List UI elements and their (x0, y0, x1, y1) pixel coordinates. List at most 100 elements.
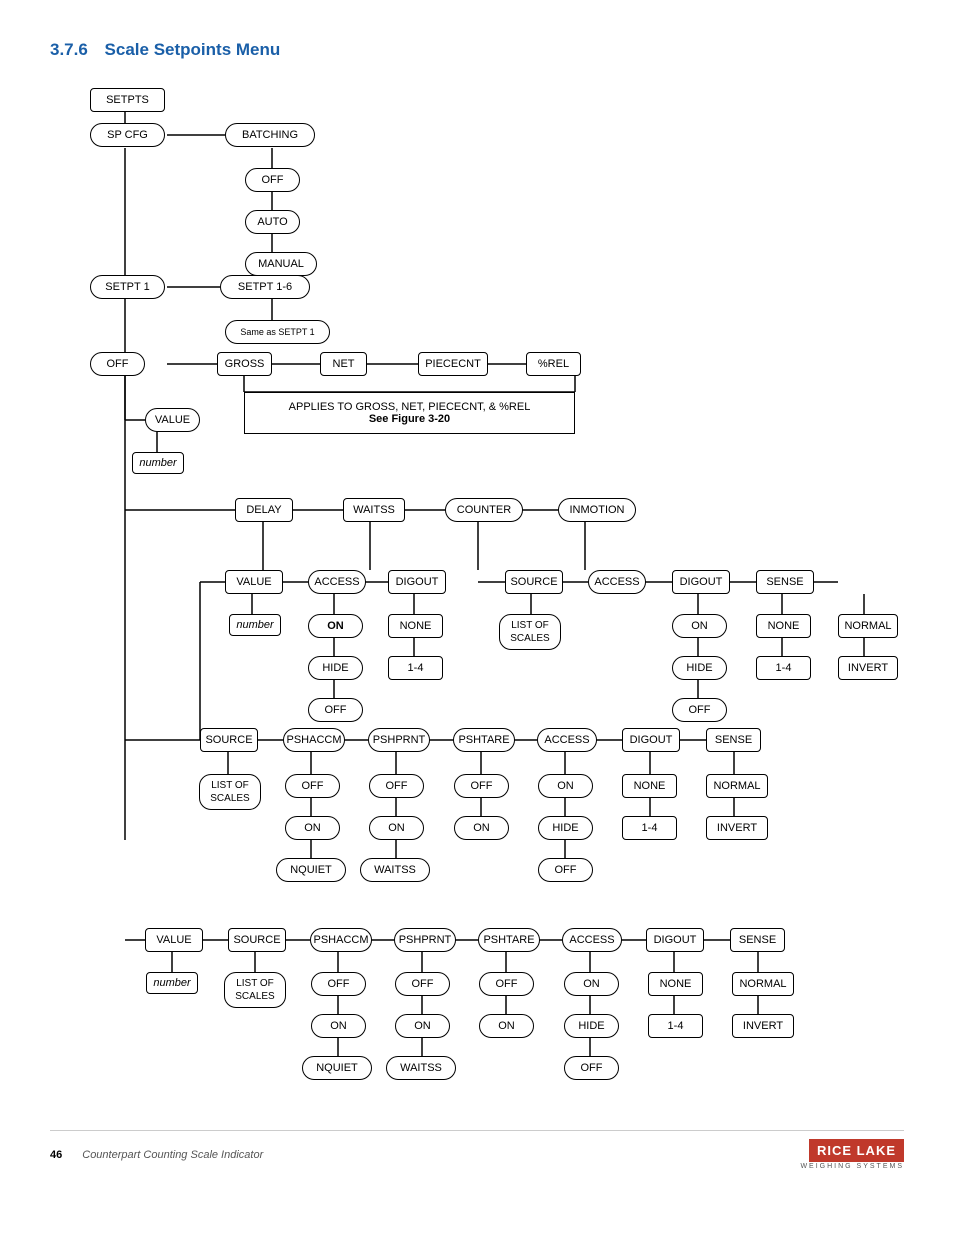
manual-node: MANUAL (245, 252, 317, 276)
source-bottom-node: SOURCE (228, 928, 286, 952)
setpt1-6-node: SETPT 1-6 (220, 275, 310, 299)
one-four-digout-b-node: 1-4 (648, 1014, 703, 1038)
logo-box: RICE LAKE (809, 1139, 904, 1162)
source-counter-node: SOURCE (505, 570, 563, 594)
applies-box: APPLIES TO GROSS, NET, PIECECNT, & %REL … (244, 392, 575, 434)
piececnt-node: PIECECNT (418, 352, 488, 376)
source-delay2-node: SOURCE (200, 728, 258, 752)
batching-node: BATCHING (225, 123, 315, 147)
digout-delay2-node: DIGOUT (622, 728, 680, 752)
off-access-b-node: OFF (564, 1056, 619, 1080)
off-type-node: OFF (90, 352, 145, 376)
section-number: 3.7.6 (50, 40, 88, 59)
digout-delay-node: DIGOUT (388, 570, 446, 594)
value-sp-node: VALUE (145, 408, 200, 432)
one-four-digout2-node: 1-4 (622, 816, 677, 840)
sense-delay2-node: SENSE (706, 728, 761, 752)
pshprnt-bottom-node: PSHPRNT (394, 928, 456, 952)
pshaccm-delay2-node: PSHACCM (283, 728, 345, 752)
waitss-node: WAITSS (343, 498, 405, 522)
on-pshprnt-node: ON (369, 816, 424, 840)
off-pshaccm-node: OFF (285, 774, 340, 798)
on-delay-node: ON (308, 614, 363, 638)
access-counter-node: ACCESS (588, 570, 646, 594)
value-bottom-node: VALUE (145, 928, 203, 952)
one-four-counter-node: 1-4 (756, 656, 811, 680)
section-text: Scale Setpoints Menu (105, 40, 281, 59)
logo-sub: WEIGHING SYSTEMS (800, 1163, 904, 1170)
off-pshprnt-node: OFF (369, 774, 424, 798)
waitss-pshprnt-b-node: WAITSS (386, 1056, 456, 1080)
off-pshaccm-b-node: OFF (311, 972, 366, 996)
sense-counter-node: SENSE (756, 570, 814, 594)
on-pshaccm-b-node: ON (311, 1014, 366, 1038)
invert-counter-node: INVERT (838, 656, 898, 680)
normal-sense-b-node: NORMAL (732, 972, 794, 996)
digout-counter-node: DIGOUT (672, 570, 730, 594)
auto-node: AUTO (245, 210, 300, 234)
on-pshprnt-b-node: ON (395, 1014, 450, 1038)
off-pshtare-node: OFF (454, 774, 509, 798)
off-counter-node: OFF (672, 698, 727, 722)
nquiet-pshaccm-node: NQUIET (276, 858, 346, 882)
page: 3.7.6 Scale Setpoints Menu (0, 0, 954, 1190)
nquiet-pshaccm-b-node: NQUIET (302, 1056, 372, 1080)
on-counter-node: ON (672, 614, 727, 638)
on2-access-node: ON (538, 774, 593, 798)
inmotion-node: INMOTION (558, 498, 636, 522)
counter-node: COUNTER (445, 498, 523, 522)
off-batching-node: OFF (245, 168, 300, 192)
pshtare-delay2-node: PSHTARE (453, 728, 515, 752)
on-pshaccm-node: ON (285, 816, 340, 840)
list-scales-bottom-node: LIST OF SCALES (224, 972, 286, 1008)
pct-rel-node: %REL (526, 352, 581, 376)
footer-description: Counterpart Counting Scale Indicator (82, 1149, 263, 1161)
invert-sense-b-node: INVERT (732, 1014, 794, 1038)
number-delay-node: number (229, 614, 281, 636)
on-pshtare-node: ON (454, 816, 509, 840)
pshprnt-delay2-node: PSHPRNT (368, 728, 430, 752)
access-delay-node: ACCESS (308, 570, 366, 594)
none-digout-b-node: NONE (648, 972, 703, 996)
access-delay2-node: ACCESS (537, 728, 597, 752)
list-scales-counter-node: LIST OF SCALES (499, 614, 561, 650)
diagram: SETPTS SP CFG BATCHING OFF AUTO MANUAL S… (50, 80, 910, 1130)
list-scales-delay2-node: LIST OF SCALES (199, 774, 261, 810)
delay-node: DELAY (235, 498, 293, 522)
off-delay-node: OFF (308, 698, 363, 722)
hide-access-b-node: HIDE (564, 1014, 619, 1038)
hide-counter-node: HIDE (672, 656, 727, 680)
waitss-pshprnt-node: WAITSS (360, 858, 430, 882)
net-node: NET (320, 352, 367, 376)
normal-sense2-node: NORMAL (706, 774, 768, 798)
value-delay-node: VALUE (225, 570, 283, 594)
off-pshtare-b-node: OFF (479, 972, 534, 996)
on-pshtare-b-node: ON (479, 1014, 534, 1038)
setpts-node: SETPTS (90, 88, 165, 112)
on-access-b-node: ON (564, 972, 619, 996)
section-title: 3.7.6 Scale Setpoints Menu (50, 40, 904, 60)
one-four-delay-node: 1-4 (388, 656, 443, 680)
hide-delay-node: HIDE (308, 656, 363, 680)
number-bottom-node: number (146, 972, 198, 994)
footer-page: 46 (50, 1149, 62, 1161)
invert-sense2-node: INVERT (706, 816, 768, 840)
same-as-node: Same as SETPT 1 (225, 320, 330, 344)
pshtare-bottom-node: PSHTARE (478, 928, 540, 952)
hide-access-node: HIDE (538, 816, 593, 840)
off-pshprnt-b-node: OFF (395, 972, 450, 996)
none-digout2-node: NONE (622, 774, 677, 798)
pshaccm-bottom-node: PSHACCM (310, 928, 372, 952)
setpt1-node: SETPT 1 (90, 275, 165, 299)
number-sp-node: number (132, 452, 184, 474)
footer-logo: RICE LAKE WEIGHING SYSTEMS (800, 1139, 904, 1170)
sp-cfg-node: SP CFG (90, 123, 165, 147)
sense-bottom-node: SENSE (730, 928, 785, 952)
gross-node: GROSS (217, 352, 272, 376)
off-access-node: OFF (538, 858, 593, 882)
access-bottom-node: ACCESS (562, 928, 622, 952)
none-delay-node: NONE (388, 614, 443, 638)
digout-bottom-node: DIGOUT (646, 928, 704, 952)
none-counter-node: NONE (756, 614, 811, 638)
footer: 46 Counterpart Counting Scale Indicator … (50, 1130, 904, 1170)
